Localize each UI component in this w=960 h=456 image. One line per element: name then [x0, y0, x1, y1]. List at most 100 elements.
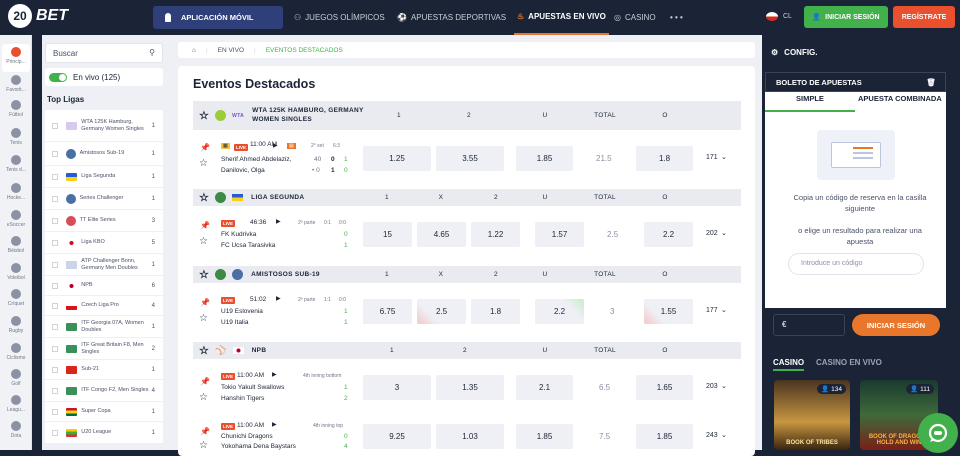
- nav-casino[interactable]: ◎ CASINO: [614, 0, 656, 35]
- league-checkbox[interactable]: [52, 387, 58, 394]
- chevron-down-icon[interactable]: ⌄: [721, 229, 727, 237]
- odd-button[interactable]: 2.2: [535, 299, 584, 324]
- league-checkbox[interactable]: [52, 239, 58, 246]
- live-toggle-row[interactable]: En vivo (125): [45, 68, 163, 86]
- more-markets-count[interactable]: 202: [706, 230, 718, 237]
- tab-casino[interactable]: CASINO: [773, 358, 805, 371]
- league-item[interactable]: ITF Congo F2, Men Singles 4: [45, 380, 163, 402]
- odd-button[interactable]: 1.85: [516, 146, 573, 171]
- sport-golf[interactable]: Golf: [2, 366, 30, 394]
- sport-volleyball[interactable]: Voleibol: [2, 260, 30, 288]
- booking-code-input[interactable]: Introduce un código: [788, 253, 924, 275]
- odd-button[interactable]: 2.2: [644, 222, 693, 247]
- betslip-login-button[interactable]: INICIAR SESIÓN: [852, 314, 940, 336]
- league-checkbox[interactable]: [52, 408, 58, 415]
- odd-button[interactable]: 1.65: [636, 375, 693, 400]
- game-tile[interactable]: 👤 134 BOOK OF TRIBES: [774, 380, 850, 450]
- odd-button[interactable]: 9.25: [363, 424, 431, 449]
- league-checkbox[interactable]: [52, 261, 58, 268]
- odd-button[interactable]: 15: [363, 222, 412, 247]
- pin-icon[interactable]: 📌: [200, 221, 210, 230]
- star-icon[interactable]: ☆: [199, 344, 209, 357]
- odd-button[interactable]: 1.55: [644, 299, 693, 324]
- odd-button[interactable]: 1.22: [471, 222, 520, 247]
- league-checkbox[interactable]: [52, 150, 58, 157]
- nav-more[interactable]: • • •: [670, 0, 683, 35]
- league-item[interactable]: U20 League 1: [45, 422, 163, 444]
- country-code[interactable]: CL: [783, 13, 792, 20]
- league-item[interactable]: Liga Segunda 1: [45, 166, 163, 188]
- star-icon[interactable]: ☆: [199, 392, 208, 403]
- chevron-down-icon[interactable]: ⌄: [721, 153, 727, 161]
- league-item[interactable]: Czech Liga Pro 4: [45, 296, 163, 316]
- nav-olympics[interactable]: ⚇ JUEGOS OLÍMPICOS: [294, 0, 385, 35]
- sport-football[interactable]: Fútbol: [2, 97, 30, 125]
- league-checkbox[interactable]: [52, 282, 58, 289]
- star-icon[interactable]: ☆: [199, 191, 209, 204]
- tab-simple[interactable]: SIMPLE: [796, 94, 824, 103]
- config-button[interactable]: ⚙ CONFIG.: [765, 42, 946, 62]
- league-item[interactable]: Sub-21 1: [45, 360, 163, 380]
- nav-sports[interactable]: ⚽ APUESTAS DEPORTIVAS: [397, 0, 506, 35]
- sport-hockey[interactable]: Hocke...: [2, 180, 30, 208]
- odd-button[interactable]: 1.25: [363, 146, 431, 171]
- sport-table-tennis[interactable]: Tenis d...: [2, 152, 30, 180]
- stream-icon[interactable]: ▶: [276, 218, 281, 225]
- star-icon[interactable]: ☆: [199, 109, 209, 122]
- live-toggle[interactable]: [49, 72, 67, 82]
- league-item[interactable]: TT Elite Series 3: [45, 210, 163, 232]
- league-checkbox[interactable]: [52, 302, 58, 309]
- search-input[interactable]: Buscar ⚲: [45, 43, 163, 63]
- league-item[interactable]: ITF Georgia 07A, Women Doubles 1: [45, 316, 163, 338]
- league-item[interactable]: Liga KBO 5: [45, 232, 163, 254]
- odd-button[interactable]: 1.85: [636, 424, 693, 449]
- tab-live-casino[interactable]: CASINO EN VIVO: [816, 358, 882, 367]
- odd-button[interactable]: 1.85: [516, 424, 573, 449]
- star-icon[interactable]: ☆: [199, 236, 208, 247]
- tracker-icon[interactable]: ▤: [287, 143, 296, 149]
- league-item[interactable]: ITF Great Britain F8, Men Singles 2: [45, 338, 163, 360]
- chevron-down-icon[interactable]: ⌄: [721, 431, 727, 439]
- star-icon[interactable]: ☆: [199, 440, 208, 451]
- league-checkbox[interactable]: [52, 323, 58, 330]
- odd-button[interactable]: 2.5: [417, 299, 466, 324]
- pin-icon[interactable]: 📌: [200, 427, 210, 436]
- trash-icon[interactable]: 🗑: [926, 78, 936, 87]
- odd-button[interactable]: 1.35: [436, 375, 504, 400]
- logo[interactable]: 20 BET: [8, 4, 68, 28]
- odd-button[interactable]: 2.1: [516, 375, 573, 400]
- star-icon[interactable]: ☆: [199, 158, 208, 169]
- pin-icon[interactable]: 📌: [200, 143, 210, 152]
- league-item[interactable]: NPB 6: [45, 276, 163, 296]
- tab-combined[interactable]: APUESTA COMBINADA: [858, 94, 942, 103]
- chevron-down-icon[interactable]: ⌄: [721, 306, 727, 314]
- league-item[interactable]: Amistosos Sub-19 1: [45, 142, 163, 166]
- league-item[interactable]: Super Copa 1: [45, 402, 163, 422]
- more-markets-count[interactable]: 171: [706, 154, 718, 161]
- league-checkbox[interactable]: [52, 429, 58, 436]
- star-icon[interactable]: ☆: [199, 268, 209, 281]
- register-button[interactable]: REGÍSTRATE: [893, 6, 955, 28]
- pin-icon[interactable]: 📌: [200, 377, 210, 386]
- more-markets-count[interactable]: 177: [706, 307, 718, 314]
- league-checkbox[interactable]: [52, 173, 58, 180]
- odd-button[interactable]: 3: [363, 375, 431, 400]
- sport-cycling[interactable]: Ciclismo: [2, 340, 30, 368]
- chile-flag-icon[interactable]: [766, 12, 778, 21]
- mobile-app-button[interactable]: APLICACIÓN MÓVIL: [153, 6, 283, 29]
- sport-rugby[interactable]: Rugby: [2, 313, 30, 341]
- chevron-down-icon[interactable]: ⌄: [721, 382, 727, 390]
- league-item[interactable]: ATP Challenger Bonn, Germany Men Doubles…: [45, 254, 163, 276]
- login-button[interactable]: 👤 INICIAR SESIÓN: [804, 6, 888, 28]
- stake-input[interactable]: €: [773, 314, 845, 336]
- sport-league[interactable]: Leagu...: [2, 392, 30, 420]
- sport-esoccer[interactable]: eSoccer: [2, 207, 30, 235]
- odd-button[interactable]: 1.8: [471, 299, 520, 324]
- league-checkbox[interactable]: [52, 217, 58, 224]
- stream-icon[interactable]: ▶: [272, 421, 277, 428]
- odd-button[interactable]: 6.75: [363, 299, 412, 324]
- sport-dota[interactable]: Dota: [2, 418, 30, 446]
- odd-button[interactable]: 4.65: [417, 222, 466, 247]
- breadcrumb-live[interactable]: EN VIVO: [218, 47, 244, 54]
- chat-button[interactable]: [918, 413, 958, 453]
